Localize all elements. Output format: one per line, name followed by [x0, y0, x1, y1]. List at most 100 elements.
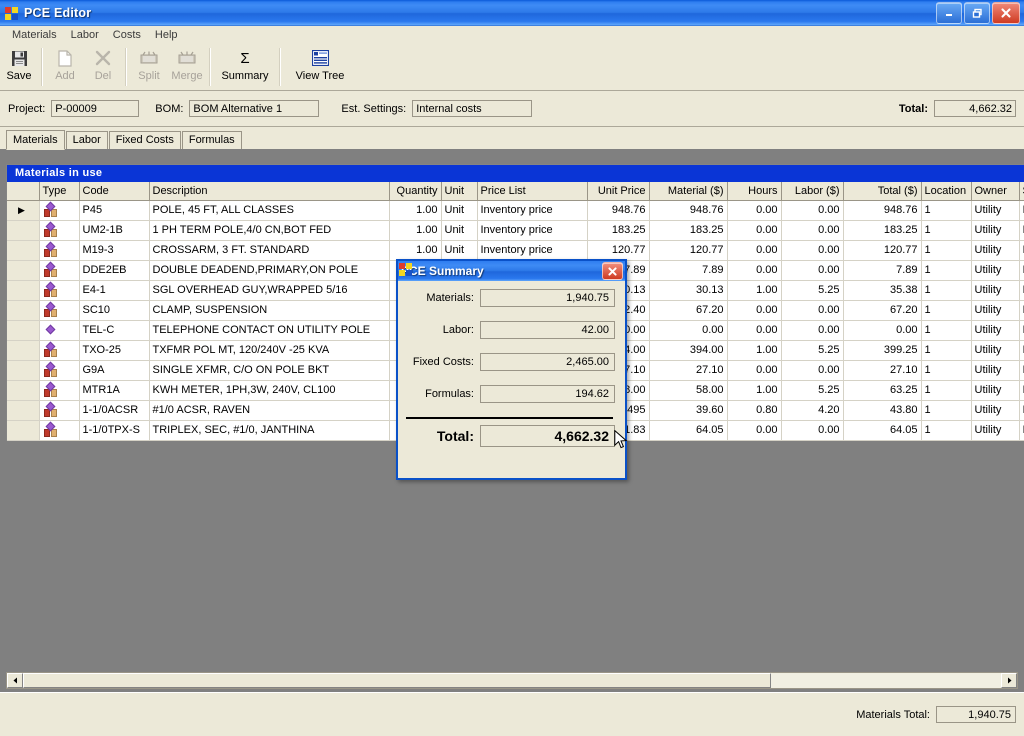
toolbar-button-del[interactable]: Del	[84, 45, 122, 89]
bom-input[interactable]: BOM Alternative 1	[189, 100, 320, 117]
cell-status: Ins	[1019, 200, 1024, 221]
col-header-code[interactable]: Code	[79, 182, 150, 201]
col-header-hours[interactable]: Hours	[727, 182, 782, 201]
toolbar-button-save[interactable]: Save	[0, 45, 38, 89]
dialog-title: PCE Summary	[401, 264, 484, 278]
dialog-close-button[interactable]	[602, 262, 623, 280]
cell-total: 120.77	[843, 240, 922, 261]
scroll-left-button[interactable]	[7, 673, 23, 688]
table-row[interactable]: UM2-1B 1 PH TERM POLE,4/0 CN,BOT FED 1.00 U…	[7, 220, 1024, 241]
col-header-location[interactable]: Location	[921, 182, 972, 201]
dialog-title-bar: PCE Summary	[398, 261, 625, 281]
horizontal-scrollbar[interactable]	[6, 672, 1018, 689]
menu-item-labor[interactable]: Labor	[65, 28, 107, 43]
app-tiles-icon	[4, 5, 20, 21]
menu-item-materials[interactable]: Materials	[6, 28, 65, 43]
cell-owner: Utility	[971, 360, 1020, 381]
row-selector-cell[interactable]	[7, 340, 40, 361]
cell-type	[39, 360, 80, 381]
scroll-thumb[interactable]	[23, 673, 771, 688]
cell-total: 64.05	[843, 420, 922, 441]
cell-status: Ins	[1019, 240, 1024, 261]
tab-strip: Materials Labor Fixed Costs Formulas	[0, 127, 1024, 150]
toolbar-button-summary[interactable]: Σ Summary	[214, 45, 276, 89]
cell-labor: 0.00	[781, 200, 844, 221]
est-settings-input[interactable]: Internal costs	[412, 100, 533, 117]
cell-status: Ins	[1019, 340, 1024, 361]
toolbar-label-view-tree: View Tree	[295, 70, 345, 82]
row-selector-cell[interactable]	[7, 260, 40, 281]
row-selector-cell[interactable]	[7, 280, 40, 301]
cell-owner: Utility	[971, 420, 1020, 441]
tab-materials[interactable]: Materials	[6, 130, 65, 150]
menu-item-costs[interactable]: Costs	[107, 28, 149, 43]
col-header-labor[interactable]: Labor ($)	[781, 182, 844, 201]
row-selector-cell[interactable]	[7, 360, 40, 381]
menu-item-help[interactable]: Help	[149, 28, 186, 43]
cell-labor: 0.00	[781, 220, 844, 241]
col-header-select[interactable]	[7, 182, 40, 201]
row-selector-cell[interactable]	[7, 300, 40, 321]
maximize-button[interactable]	[964, 2, 990, 24]
scroll-track[interactable]	[771, 673, 1001, 688]
toolbar-button-split[interactable]: Split	[130, 45, 168, 89]
col-header-unit[interactable]: Unit	[441, 182, 478, 201]
col-header-total[interactable]: Total ($)	[843, 182, 922, 201]
close-button[interactable]	[992, 2, 1020, 24]
cell-hours: 0.00	[727, 260, 782, 281]
row-selector-cell[interactable]: ▶	[7, 200, 40, 221]
material-item-icon	[43, 301, 58, 317]
minimize-button[interactable]	[936, 2, 962, 24]
grid-caption: Materials in use	[7, 165, 1024, 182]
col-header-status[interactable]: Sta	[1019, 182, 1024, 201]
cell-owner: Utility	[971, 220, 1020, 241]
cell-labor: 0.00	[781, 300, 844, 321]
tab-formulas[interactable]: Formulas	[181, 131, 242, 149]
cell-type	[39, 320, 80, 341]
tab-fixed-costs[interactable]: Fixed Costs	[108, 131, 181, 149]
col-header-price-list[interactable]: Price List	[477, 182, 588, 201]
toolbar-button-merge[interactable]: Merge	[168, 45, 206, 89]
cell-description: CROSSARM, 3 FT. STANDARD	[149, 240, 390, 261]
cell-description: #1/0 ACSR, RAVEN	[149, 400, 390, 421]
cell-price-list: Inventory price	[477, 220, 588, 241]
row-selector-cell[interactable]	[7, 320, 40, 341]
cell-description: 1 PH TERM POLE,4/0 CN,BOT FED	[149, 220, 390, 241]
row-selector-cell[interactable]	[7, 400, 40, 421]
project-input[interactable]: P-00009	[51, 100, 140, 117]
cell-labor: 0.00	[781, 420, 844, 441]
row-selector-cell[interactable]	[7, 380, 40, 401]
table-row[interactable]: ▶ P45 POLE, 45 FT, ALL CLASSES 1.00 Unit Inve…	[7, 200, 1024, 221]
tab-labor[interactable]: Labor	[65, 131, 108, 149]
col-header-quantity[interactable]: Quantity	[389, 182, 442, 201]
toolbar-button-add[interactable]: Add	[46, 45, 84, 89]
summary-row-total: Total: 4,662.32	[404, 425, 615, 447]
col-header-owner[interactable]: Owner	[971, 182, 1020, 201]
col-header-type[interactable]: Type	[39, 182, 80, 201]
row-selector-cell[interactable]	[7, 220, 40, 241]
toolbar-button-view-tree[interactable]: View Tree	[284, 45, 356, 89]
row-selector-arrow-icon: ▶	[18, 205, 25, 215]
scroll-right-button[interactable]	[1001, 673, 1017, 688]
cell-code: 1-1/0TPX-S	[79, 420, 150, 441]
cell-price-list: Inventory price	[477, 200, 588, 221]
cell-location: 1	[921, 360, 972, 381]
contact-diamond-icon	[43, 323, 58, 337]
col-header-description[interactable]: Description	[149, 182, 390, 201]
cell-labor: 5.25	[781, 380, 844, 401]
toolbar-separator	[125, 48, 127, 86]
row-selector-cell[interactable]	[7, 420, 40, 441]
row-selector-cell[interactable]	[7, 240, 40, 261]
col-header-material[interactable]: Material ($)	[649, 182, 728, 201]
cell-labor: 0.00	[781, 260, 844, 281]
canvas-background	[0, 452, 1024, 670]
cell-quantity: 1.00	[389, 220, 442, 241]
delete-x-icon	[95, 48, 111, 68]
summary-value-labor: 42.00	[480, 321, 615, 339]
cell-total: 7.89	[843, 260, 922, 281]
cell-location: 1	[921, 320, 972, 341]
status-bar: Materials Total: 1,940.75	[0, 692, 1024, 736]
table-row[interactable]: M19-3 CROSSARM, 3 FT. STANDARD 1.00 Unit Inv…	[7, 240, 1024, 261]
col-header-unit-price[interactable]: Unit Price	[587, 182, 650, 201]
window-title: PCE Editor	[24, 6, 92, 20]
